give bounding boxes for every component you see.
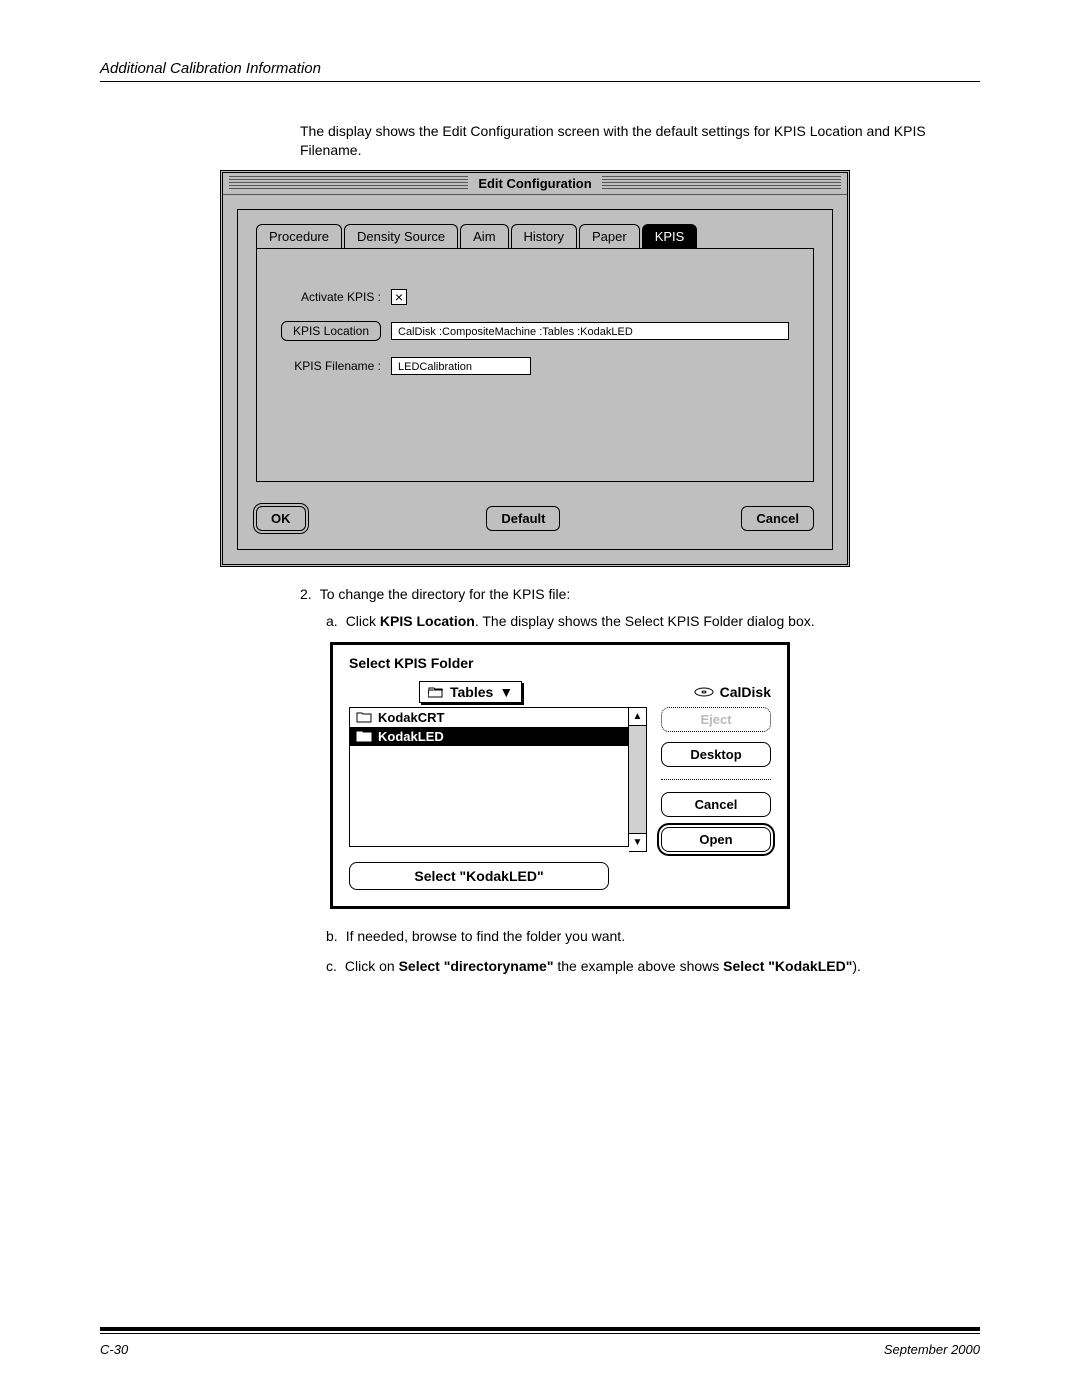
tab-density-source[interactable]: Density Source: [344, 224, 458, 248]
list-item[interactable]: KodakLED: [350, 727, 628, 746]
kpis-filename-label: KPIS Filename :: [281, 359, 381, 373]
tab-aim[interactable]: Aim: [460, 224, 508, 248]
chevron-down-icon: ▼: [499, 684, 513, 700]
desktop-button[interactable]: Desktop: [661, 742, 771, 767]
cancel-button[interactable]: Cancel: [741, 506, 814, 531]
ok-button[interactable]: OK: [256, 506, 306, 531]
page-header-title: Additional Calibration Information: [100, 60, 980, 77]
open-folder-icon: [428, 686, 444, 698]
footer-rule-thin: [100, 1333, 980, 1334]
kpis-filename-input[interactable]: LEDCalibration: [391, 357, 531, 375]
intro-paragraph: The display shows the Edit Configuration…: [300, 122, 950, 160]
header-rule: [100, 81, 980, 82]
folder-dropdown[interactable]: Tables ▼: [419, 681, 522, 703]
select-folder-button[interactable]: Select "KodakLED": [349, 862, 609, 890]
list-item[interactable]: KodakCRT: [350, 708, 628, 727]
tab-bar: Procedure Density Source Aim History Pap…: [256, 224, 814, 248]
list-item-label: KodakLED: [378, 729, 444, 744]
list-item-label: KodakCRT: [378, 710, 444, 725]
substep-b: b. If needed, browse to find the folder …: [326, 927, 950, 947]
scroll-down-icon[interactable]: ▼: [629, 833, 646, 851]
edit-configuration-window: Edit Configuration Procedure Density Sou…: [220, 170, 850, 567]
substep-a: a. Click KPIS Location. The display show…: [326, 612, 950, 632]
cancel-button[interactable]: Cancel: [661, 792, 771, 817]
folder-list[interactable]: KodakCRT KodakLED: [349, 707, 629, 847]
substep-letter: b.: [326, 927, 338, 947]
disk-label: CalDisk: [720, 684, 771, 700]
open-button[interactable]: Open: [661, 827, 771, 852]
folder-dropdown-label: Tables: [450, 684, 493, 700]
tab-history[interactable]: History: [511, 224, 577, 248]
eject-button: Eject: [661, 707, 771, 732]
window-title: Edit Configuration: [474, 176, 595, 191]
tab-procedure[interactable]: Procedure: [256, 224, 342, 248]
step-2: 2. To change the directory for the KPIS …: [300, 585, 950, 605]
select-kpis-folder-dialog: Select KPIS Folder Tables ▼ CalDisk Koda…: [330, 642, 790, 909]
titlebar-lines-icon: [229, 176, 468, 190]
substep-letter: a.: [326, 612, 338, 632]
separator: [661, 779, 771, 780]
tab-kpis[interactable]: KPIS: [642, 224, 698, 248]
page-footer: C-30 September 2000: [100, 1327, 980, 1357]
disk-indicator[interactable]: CalDisk: [694, 684, 771, 700]
folder-icon: [356, 711, 372, 723]
substep-letter: c.: [326, 957, 337, 977]
titlebar-lines-icon: [602, 176, 841, 190]
folder-icon: [356, 730, 372, 742]
kpis-location-input[interactable]: CalDisk :CompositeMachine :Tables :Kodak…: [391, 322, 789, 340]
substep-c-bold1: Select "directoryname": [399, 958, 554, 974]
substep-c-post: ).: [852, 958, 861, 974]
substep-c-mid: the example above shows: [553, 958, 723, 974]
scrollbar[interactable]: ▲ ▼: [629, 707, 647, 852]
activate-kpis-checkbox[interactable]: ×: [391, 289, 407, 305]
page-number: C-30: [100, 1342, 128, 1357]
substep-a-bold: KPIS Location: [380, 613, 475, 629]
window-titlebar: Edit Configuration: [223, 173, 847, 195]
kpis-panel: Activate KPIS : × KPIS Location CalDisk …: [256, 248, 814, 482]
substep-a-pre: Click: [346, 613, 380, 629]
folder-dialog-title: Select KPIS Folder: [349, 655, 771, 671]
scroll-up-icon[interactable]: ▲: [629, 708, 646, 726]
substep-a-post: . The display shows the Select KPIS Fold…: [475, 613, 815, 629]
substep-b-text: If needed, browse to find the folder you…: [346, 927, 625, 947]
substep-c: c. Click on Select "directoryname" the e…: [326, 957, 950, 977]
scroll-track[interactable]: [629, 726, 646, 833]
step-text: To change the directory for the KPIS fil…: [320, 585, 571, 605]
disk-icon: [694, 687, 714, 697]
step-number: 2.: [300, 585, 312, 605]
kpis-location-button[interactable]: KPIS Location: [281, 321, 381, 341]
tab-paper[interactable]: Paper: [579, 224, 640, 248]
footer-date: September 2000: [884, 1342, 980, 1357]
substep-c-bold2: Select "KodakLED": [723, 958, 852, 974]
substep-c-pre: Click on: [345, 958, 399, 974]
activate-kpis-label: Activate KPIS :: [281, 290, 381, 304]
footer-rule-thick: [100, 1327, 980, 1331]
default-button[interactable]: Default: [486, 506, 560, 531]
